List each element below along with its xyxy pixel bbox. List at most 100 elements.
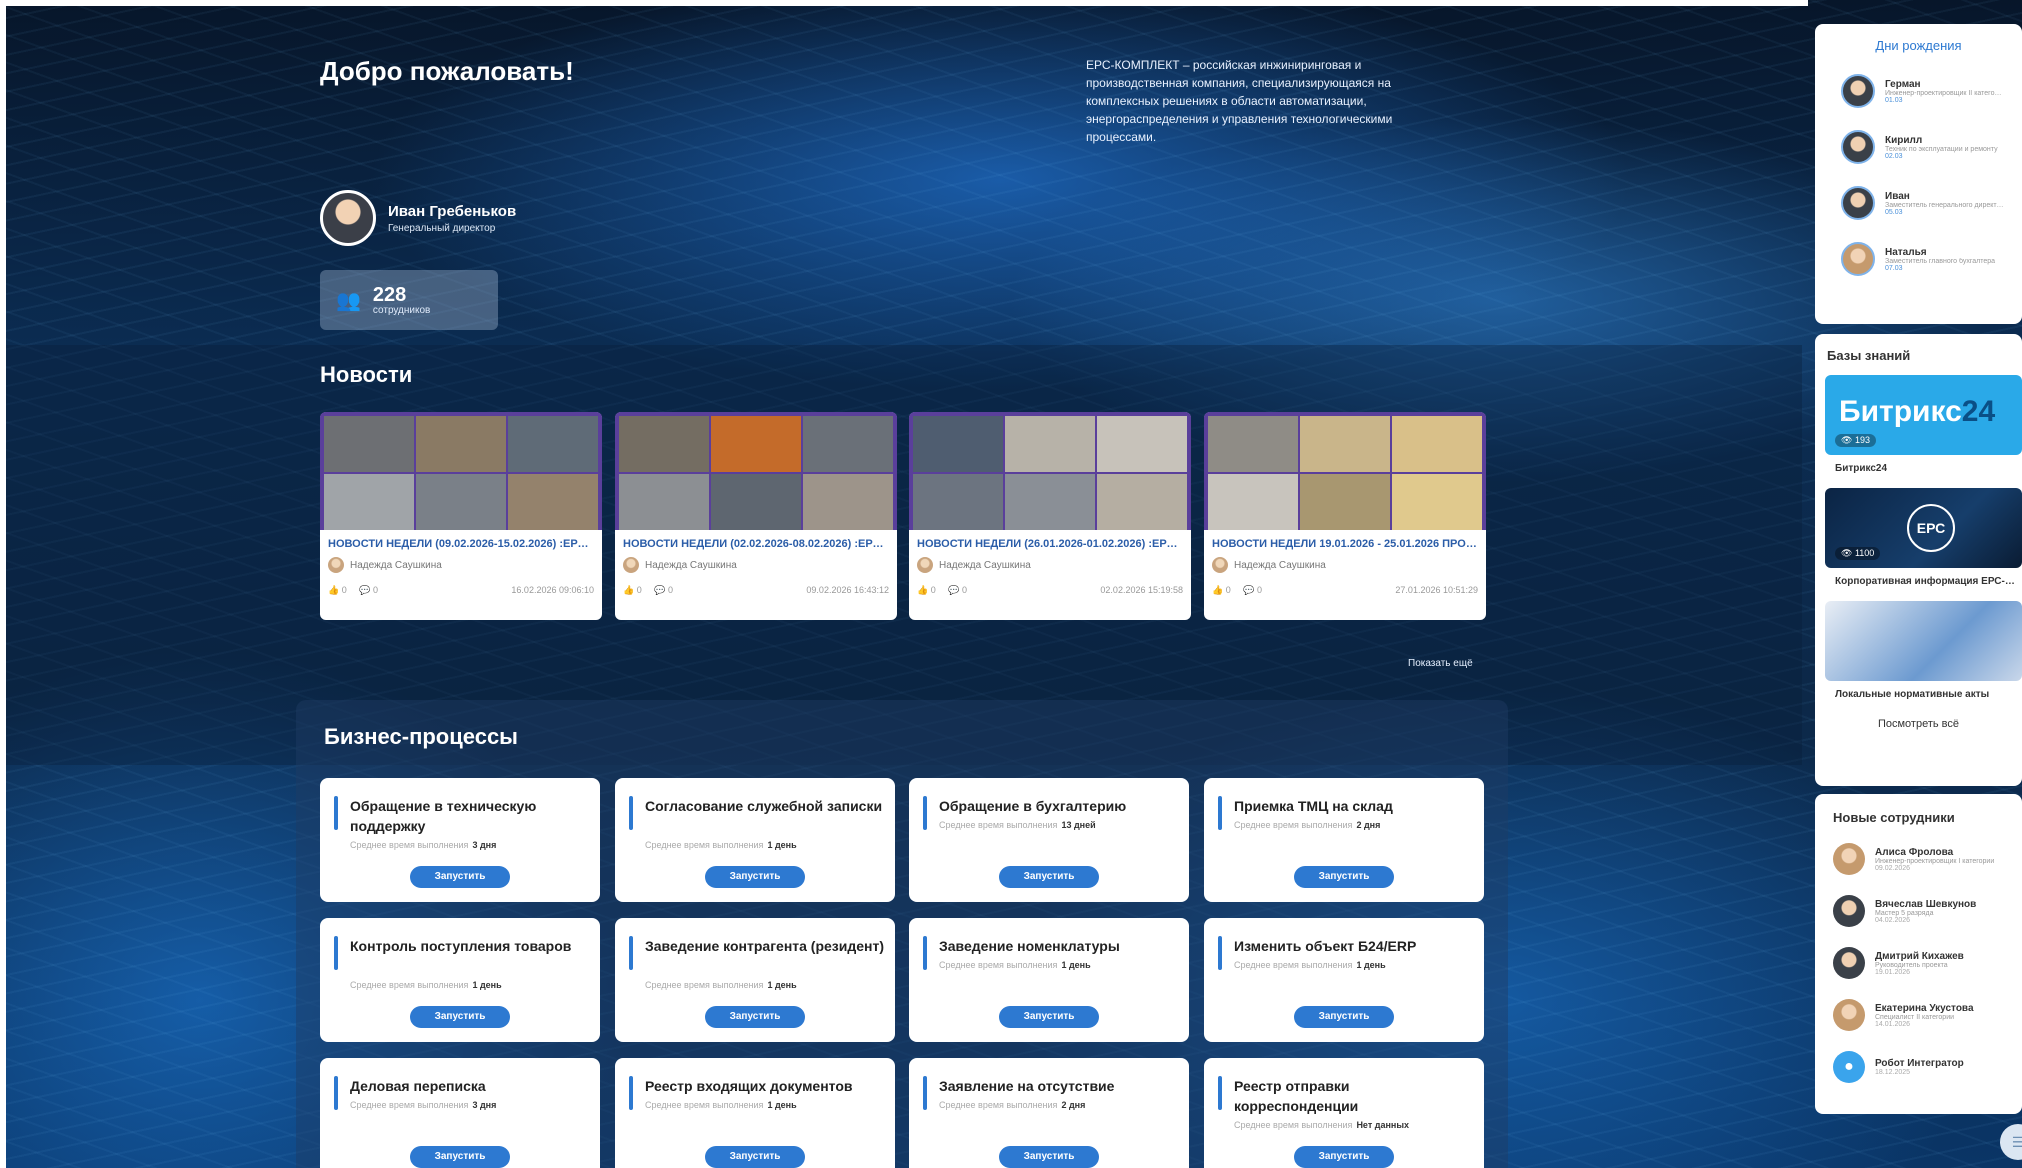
- process-time: Среднее время выполнения 1 день: [939, 960, 1091, 970]
- birthdays-title: Дни рождения: [1875, 38, 1962, 53]
- new-employee[interactable]: Вячеслав Шевкунов Мастер 5 разряда 04.02…: [1833, 885, 2022, 937]
- person-name: Алиса Фролова: [1875, 846, 1954, 858]
- news-date: 09.02.2026 16:43:12: [806, 585, 889, 595]
- person-date: 01.03: [1885, 96, 1903, 104]
- launch-process-button[interactable]: Запустить: [705, 1146, 805, 1168]
- like-icon[interactable]: 👍: [917, 585, 928, 595]
- author-avatar: [917, 557, 933, 573]
- person-role: Заместитель генерального директора: [1885, 201, 2005, 209]
- launch-process-button[interactable]: Запустить: [999, 1146, 1099, 1168]
- person-date: 04.02.2026: [1875, 916, 1911, 924]
- process-time: Среднее время выполнения 1 день: [645, 1100, 797, 1110]
- news-section-title: Новости: [320, 362, 413, 387]
- process-name: Изменить объект Б24/ERP: [1234, 938, 1417, 954]
- news-author: Надежда Саушкина: [328, 557, 594, 573]
- launch-process-button[interactable]: Запустить: [705, 866, 805, 888]
- birthday-person[interactable]: Герман Инженер-проектировщик II категори…: [1841, 63, 2022, 119]
- accent-bar: [334, 1076, 338, 1110]
- news-image: [909, 412, 1191, 530]
- comment-count: 0: [668, 585, 674, 595]
- process-card: Контроль поступления товаров Среднее вре…: [320, 918, 600, 1042]
- launch-process-button[interactable]: Запустить: [705, 1006, 805, 1028]
- like-icon[interactable]: 👍: [328, 585, 339, 595]
- author-avatar: [623, 557, 639, 573]
- bitrix24-logo: Битрикс24: [1839, 395, 1996, 428]
- person-role: Инженер-проектировщик II категории: [1885, 89, 2005, 97]
- new-employee[interactable]: ● Робот Интегратор 18.12.2025: [1833, 1041, 2022, 1093]
- views-counter: 👁 1100: [1835, 547, 1881, 560]
- person-name: Екатерина Укустова: [1875, 1002, 1974, 1014]
- process-time: Среднее время выполнения Нет данных: [1234, 1120, 1410, 1130]
- launch-process-button[interactable]: Запустить: [1294, 1146, 1394, 1168]
- person-date: 05.03: [1885, 208, 1903, 216]
- kb-tile-bitrix24[interactable]: Битрикс24 👁 193: [1825, 375, 2022, 455]
- process-card: Согласование служебной записки Среднее в…: [615, 778, 895, 902]
- news-meta: 👍 0 💬 0 02.02.2026 15:19:58: [917, 585, 1183, 596]
- director-title: Генеральный директор: [388, 222, 496, 234]
- news-card[interactable]: НОВОСТИ НЕДЕЛИ (02.02.2026-08.02.2026) :…: [615, 412, 897, 620]
- director-profile[interactable]: Иван Гребеньков Генеральный директор: [320, 190, 516, 246]
- accent-bar: [334, 796, 338, 830]
- process-name: Деловая переписка: [350, 1078, 486, 1094]
- kb-label[interactable]: Корпоративная информация ЕРС-КОМПЛЕКТ: [1835, 576, 2015, 587]
- comment-icon[interactable]: 💬: [1243, 585, 1254, 595]
- news-headline[interactable]: НОВОСТИ НЕДЕЛИ 19.01.2026 - 25.01.2026 П…: [1212, 538, 1478, 550]
- like-count: 0: [1225, 585, 1231, 595]
- person-avatar: [1841, 74, 1875, 108]
- person-name: Вячеслав Шевкунов: [1875, 898, 1977, 910]
- process-name: Заведение контрагента (резидент): [645, 938, 885, 954]
- like-icon[interactable]: 👍: [1212, 585, 1223, 595]
- launch-process-button[interactable]: Запустить: [999, 1006, 1099, 1028]
- see-all-link[interactable]: Посмотреть всё: [1815, 718, 2022, 730]
- birthday-person[interactable]: Наталья Заместитель главного бухгалтера …: [1841, 231, 2022, 287]
- process-time: Среднее время выполнения 3 дня: [350, 840, 497, 850]
- comment-count: 0: [1257, 585, 1263, 595]
- business-processes-title: Бизнес-процессы: [324, 724, 518, 749]
- kb-tile-local-acts[interactable]: [1825, 601, 2022, 681]
- process-name: Согласование служебной записки: [645, 798, 883, 814]
- comment-icon[interactable]: 💬: [359, 585, 370, 595]
- knowledge-bases-title: Базы знаний: [1827, 348, 1911, 363]
- comment-icon[interactable]: 💬: [948, 585, 959, 595]
- comment-icon[interactable]: 💬: [654, 585, 665, 595]
- process-name: Заведение номенклатуры: [939, 938, 1120, 954]
- staff-counter[interactable]: 👥 228 сотрудников: [320, 270, 498, 330]
- accent-bar: [1218, 1076, 1222, 1110]
- person-date: 18.12.2025: [1875, 1069, 1911, 1076]
- kb-label[interactable]: Битрикс24: [1835, 463, 2015, 474]
- person-date: 07.03: [1885, 264, 1903, 272]
- new-employee[interactable]: Алиса Фролова Инженер-проектировщик I ка…: [1833, 833, 2022, 885]
- news-headline[interactable]: НОВОСТИ НЕДЕЛИ (09.02.2026-15.02.2026) :…: [328, 538, 594, 550]
- staff-label: сотрудников: [372, 304, 431, 316]
- kb-tile-corporate[interactable]: ЕРС 👁 1100: [1825, 488, 2022, 568]
- director-name: Иван Гребеньков: [388, 202, 517, 220]
- new-employees-title: Новые сотрудники: [1833, 810, 1955, 825]
- launch-process-button[interactable]: Запустить: [410, 866, 510, 888]
- launch-process-button[interactable]: Запустить: [410, 1146, 510, 1168]
- news-card[interactable]: НОВОСТИ НЕДЕЛИ 19.01.2026 - 25.01.2026 П…: [1204, 412, 1486, 620]
- news-date: 27.01.2026 10:51:29: [1395, 585, 1478, 595]
- like-icon[interactable]: 👍: [623, 585, 634, 595]
- new-employee[interactable]: Екатерина Укустова Специалист II категор…: [1833, 989, 2022, 1041]
- kb-label[interactable]: Локальные нормативные акты: [1835, 689, 2015, 700]
- launch-process-button[interactable]: Запустить: [1294, 1006, 1394, 1028]
- launch-process-button[interactable]: Запустить: [999, 866, 1099, 888]
- process-name: Реестр входящих документов: [645, 1078, 853, 1094]
- launch-process-button[interactable]: Запустить: [410, 1006, 510, 1028]
- person-avatar: [1841, 130, 1875, 164]
- staff-count: 228: [372, 283, 407, 306]
- news-card[interactable]: НОВОСТИ НЕДЕЛИ (09.02.2026-15.02.2026) :…: [320, 412, 602, 620]
- birthday-person[interactable]: Иван Заместитель генерального директора …: [1841, 175, 2022, 231]
- launch-process-button[interactable]: Запустить: [1294, 866, 1394, 888]
- welcome-title: Добро пожаловать!: [320, 56, 574, 86]
- birthday-person[interactable]: Кирилл Техник по эксплуатации и ремонту …: [1841, 119, 2022, 175]
- show-more-link[interactable]: Показать ещё: [1408, 658, 1473, 669]
- news-headline[interactable]: НОВОСТИ НЕДЕЛИ (26.01.2026-01.02.2026) :…: [917, 538, 1183, 550]
- process-name: Приемка ТМЦ на склад: [1234, 798, 1393, 814]
- news-headline[interactable]: НОВОСТИ НЕДЕЛИ (02.02.2026-08.02.2026) :…: [623, 538, 889, 550]
- person-role: Техник по эксплуатации и ремонту: [1885, 145, 1998, 153]
- new-employee[interactable]: Дмитрий Кихажев Руководитель проекта 19.…: [1833, 937, 2022, 989]
- news-card[interactable]: НОВОСТИ НЕДЕЛИ (26.01.2026-01.02.2026) :…: [909, 412, 1191, 620]
- process-time: Среднее время выполнения 13 дней: [939, 820, 1096, 830]
- process-time: Среднее время выполнения 1 день: [645, 840, 797, 850]
